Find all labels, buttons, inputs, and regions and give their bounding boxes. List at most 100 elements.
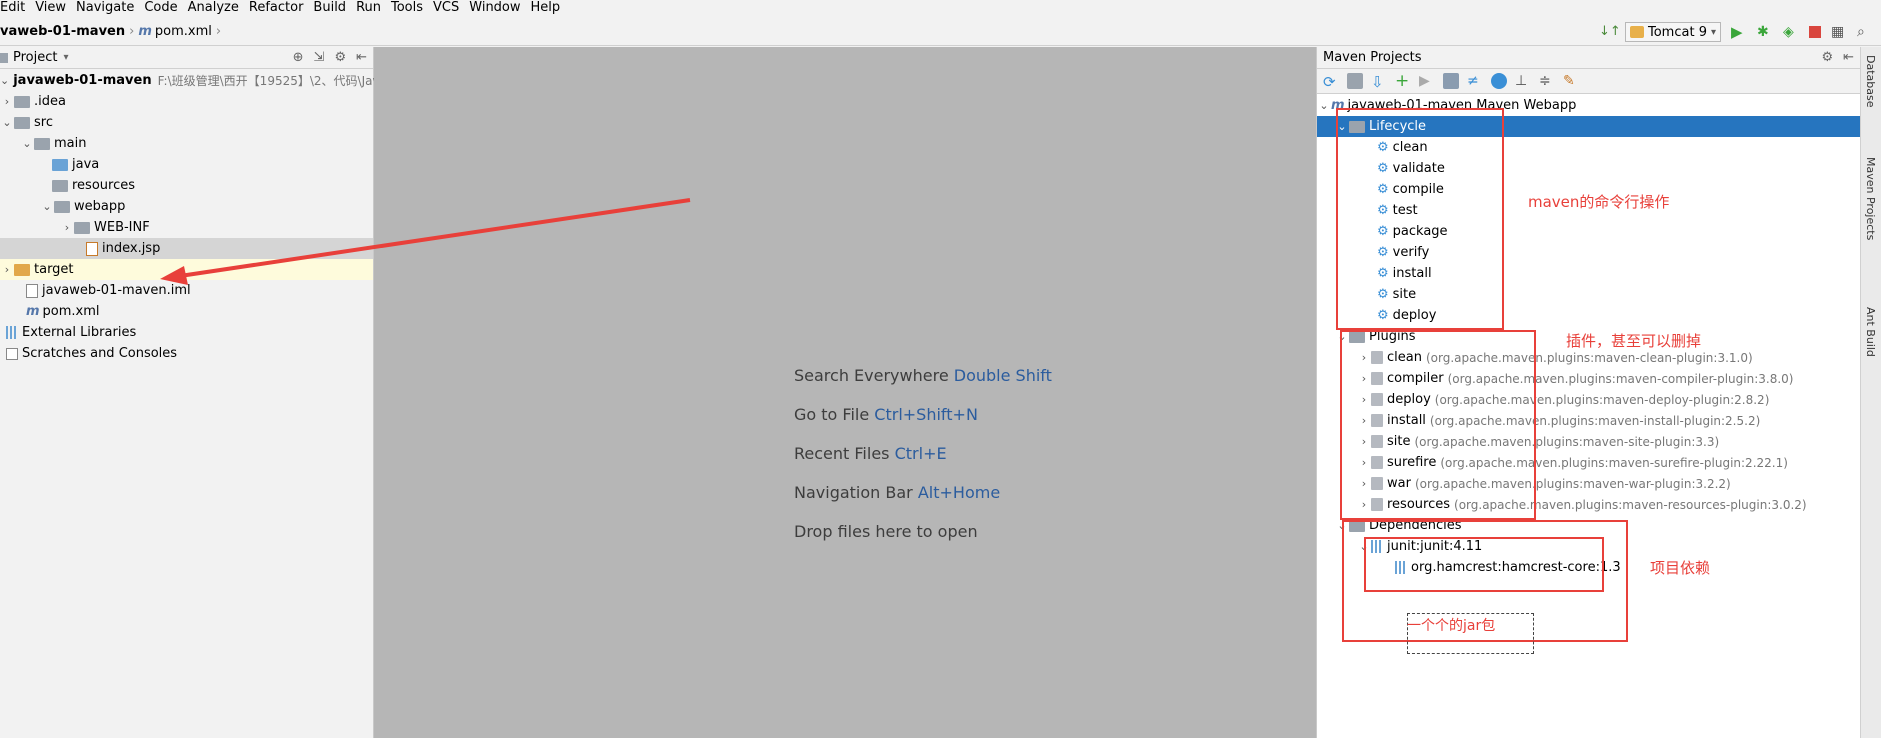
- tab-ant-build[interactable]: Ant Build: [1864, 307, 1877, 357]
- chevron-right-icon[interactable]: ›: [60, 221, 74, 234]
- chevron-down-icon[interactable]: ⌄: [20, 137, 34, 150]
- tree-item-resources[interactable]: resources: [0, 175, 373, 196]
- generate-sources-icon[interactable]: [1347, 73, 1363, 89]
- tree-item-pom[interactable]: m pom.xml: [0, 301, 373, 322]
- chevron-down-icon[interactable]: ⌄: [1317, 99, 1331, 112]
- module-file-icon: [26, 283, 38, 298]
- tree-item-label: External Libraries: [22, 325, 137, 340]
- hide-icon[interactable]: ⇤: [1843, 50, 1854, 65]
- stop-icon[interactable]: [1809, 26, 1821, 38]
- run-maven-icon[interactable]: ▶: [1419, 73, 1435, 89]
- toggle-offline-icon[interactable]: ≠: [1467, 73, 1483, 89]
- tree-item-label: Scratches and Consoles: [22, 346, 178, 361]
- lifecycle-highlight-box: [1336, 108, 1504, 330]
- locate-icon[interactable]: ⊕: [293, 50, 304, 65]
- reimport-icon[interactable]: ⟳: [1323, 73, 1339, 91]
- tree-item-label: .idea: [34, 94, 66, 109]
- menu-help[interactable]: Help: [528, 0, 564, 16]
- tree-item-web-inf[interactable]: › WEB-INF: [0, 217, 373, 238]
- hint-shortcut: Ctrl+Shift+N: [874, 405, 978, 424]
- chevron-right-icon[interactable]: ›: [0, 263, 14, 276]
- tree-item-idea[interactable]: › .idea: [0, 91, 373, 112]
- maven-panel-title: Maven Projects: [1323, 50, 1422, 65]
- menu-view[interactable]: View: [32, 0, 69, 16]
- menu-edit[interactable]: Edit: [0, 0, 28, 16]
- menu-navigate[interactable]: Navigate: [73, 0, 137, 16]
- dependencies-diagram-icon[interactable]: ⊥: [1515, 73, 1531, 89]
- hint-navigation-bar: Navigation Bar Alt+Home: [794, 483, 1000, 502]
- tree-item-label: main: [54, 136, 87, 151]
- add-icon[interactable]: +: [1395, 73, 1411, 90]
- tree-item-main[interactable]: ⌄ main: [0, 133, 373, 154]
- source-folder-icon: [52, 158, 68, 171]
- hint-text: Go to File: [794, 405, 870, 424]
- tree-item-label: target: [34, 262, 74, 277]
- menu-code[interactable]: Code: [141, 0, 180, 16]
- chevron-down-icon[interactable]: ⌄: [0, 74, 9, 87]
- menu-run[interactable]: Run: [353, 0, 384, 16]
- menu-tools[interactable]: Tools: [388, 0, 426, 16]
- tomcat-icon: [1630, 26, 1644, 38]
- project-panel: Project ▾ ⊕ ⇲ ⚙ ⇤ ⌄ javaweb-01-maven F:\…: [0, 47, 387, 738]
- maven-header-icons: ⚙ ⇤: [1821, 50, 1854, 65]
- skip-tests-icon[interactable]: [1491, 73, 1507, 89]
- collapse-all-icon[interactable]: ≑: [1539, 73, 1555, 89]
- hint-text: Drop files here to open: [794, 522, 978, 541]
- jar-note: 一个个的jar包: [1407, 618, 1496, 634]
- tree-item-index-jsp[interactable]: index.jsp: [0, 238, 373, 259]
- folder-icon: [74, 221, 90, 234]
- project-header-icons: ⊕ ⇲ ⚙ ⇤: [293, 50, 367, 65]
- run-icon[interactable]: ▶: [1731, 24, 1747, 40]
- tab-database[interactable]: Database: [1864, 55, 1877, 108]
- tab-maven-projects[interactable]: Maven Projects: [1864, 157, 1877, 240]
- chevron-down-icon[interactable]: ▾: [63, 52, 68, 63]
- debug-icon[interactable]: ✱: [1757, 24, 1773, 40]
- run-config-select[interactable]: Tomcat 9 ▾: [1625, 22, 1721, 42]
- deps-note: 项目依赖: [1650, 559, 1711, 577]
- menu-build[interactable]: Build: [310, 0, 349, 16]
- settings-icon[interactable]: ✎: [1563, 73, 1579, 89]
- menu-analyze[interactable]: Analyze: [185, 0, 242, 16]
- project-panel-title[interactable]: Project: [13, 50, 57, 65]
- gear-icon[interactable]: ⚙: [334, 50, 346, 65]
- menu-refactor[interactable]: Refactor: [246, 0, 307, 16]
- root-path: F:\班级管理\西开【19525】\2、代码\Java: [157, 74, 387, 88]
- project-panel-header: Project ▾ ⊕ ⇲ ⚙ ⇤: [0, 47, 373, 69]
- chevron-down-icon[interactable]: ⌄: [0, 116, 14, 129]
- tree-item-java[interactable]: java: [0, 154, 373, 175]
- tree-item-label: resources: [72, 178, 136, 193]
- resources-folder-icon: [52, 179, 68, 192]
- editor-area[interactable]: Search Everywhere Double Shift Go to Fil…: [374, 47, 1316, 738]
- hint-text: Recent Files: [794, 444, 890, 463]
- breadcrumb-file[interactable]: pom.xml: [155, 24, 212, 39]
- hide-icon[interactable]: ⇤: [356, 50, 367, 65]
- project-view-icon: [0, 52, 8, 63]
- tree-item-src[interactable]: ⌄ src: [0, 112, 373, 133]
- coverage-icon[interactable]: ◈: [1783, 24, 1799, 40]
- project-structure-icon[interactable]: ▦: [1831, 24, 1847, 40]
- chevron-down-icon[interactable]: ⌄: [40, 200, 54, 213]
- menu-window[interactable]: Window: [466, 0, 523, 16]
- hint-text: Search Everywhere: [794, 366, 949, 385]
- sort-icon[interactable]: ↓↑: [1599, 24, 1621, 40]
- menu-vcs[interactable]: VCS: [430, 0, 462, 16]
- tree-item-scratches[interactable]: Scratches and Consoles: [0, 343, 373, 364]
- hint-shortcut: Alt+Home: [917, 483, 1001, 502]
- tree-item-label: WEB-INF: [94, 220, 150, 235]
- collapse-icon[interactable]: ⇲: [314, 50, 325, 65]
- tree-item-target[interactable]: › target: [0, 259, 373, 280]
- scratches-icon: [6, 347, 18, 360]
- tree-item-webapp[interactable]: ⌄ webapp: [0, 196, 373, 217]
- tree-item-root[interactable]: ⌄ javaweb-01-maven F:\班级管理\西开【19525】\2、代…: [0, 70, 387, 91]
- download-icon[interactable]: ⇩: [1371, 73, 1387, 91]
- search-icon[interactable]: ⌕: [1857, 24, 1873, 40]
- chevron-right-icon[interactable]: ›: [0, 95, 14, 108]
- execute-goal-icon[interactable]: [1443, 73, 1459, 89]
- tree-item-iml[interactable]: javaweb-01-maven.iml: [0, 280, 373, 301]
- tree-item-external-libraries[interactable]: External Libraries: [0, 322, 373, 343]
- run-config-label: Tomcat 9: [1648, 24, 1707, 40]
- maven-file-icon: m: [138, 24, 152, 39]
- breadcrumb-project[interactable]: vaweb-01-maven: [0, 24, 125, 39]
- gear-icon[interactable]: ⚙: [1821, 50, 1833, 65]
- breadcrumb: vaweb-01-maven › m pom.xml ›: [0, 24, 225, 39]
